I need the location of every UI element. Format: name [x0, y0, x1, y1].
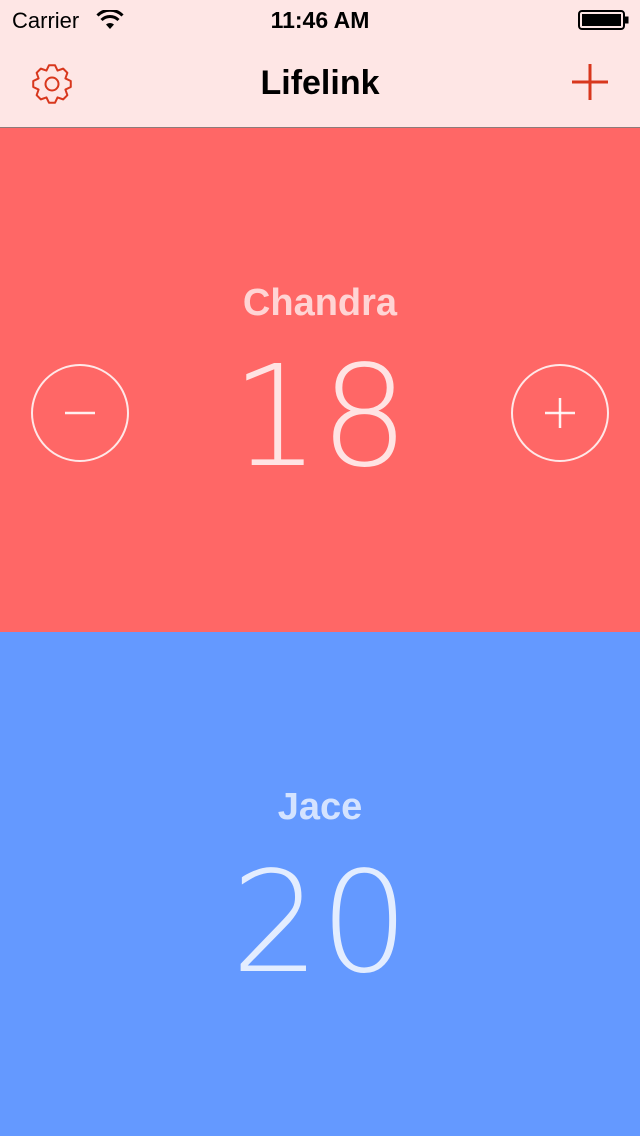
- player-name: Chandra: [242, 282, 398, 324]
- status-bar: Carrier 11:46 AM: [0, 0, 640, 40]
- app-screen: Carrier 11:46 AM Lifelink Chandra 18 Jac…: [0, 0, 640, 1136]
- battery-icon: [578, 10, 629, 30]
- clock-time: 11:46 AM: [270, 7, 370, 33]
- player-panel-chandra[interactable]: Chandra 18: [0, 128, 640, 632]
- player-name: Jace: [277, 786, 363, 828]
- navigation-bar: Lifelink: [0, 40, 640, 128]
- plus-circle-icon: [545, 398, 575, 428]
- plus-icon: [572, 64, 608, 100]
- life-total: 20: [230, 842, 410, 1005]
- add-player-button[interactable]: [568, 60, 612, 104]
- increment-life-button[interactable]: [511, 364, 609, 462]
- page-title: Lifelink: [260, 64, 380, 102]
- player-panel-jace[interactable]: Jace 20: [0, 632, 640, 1136]
